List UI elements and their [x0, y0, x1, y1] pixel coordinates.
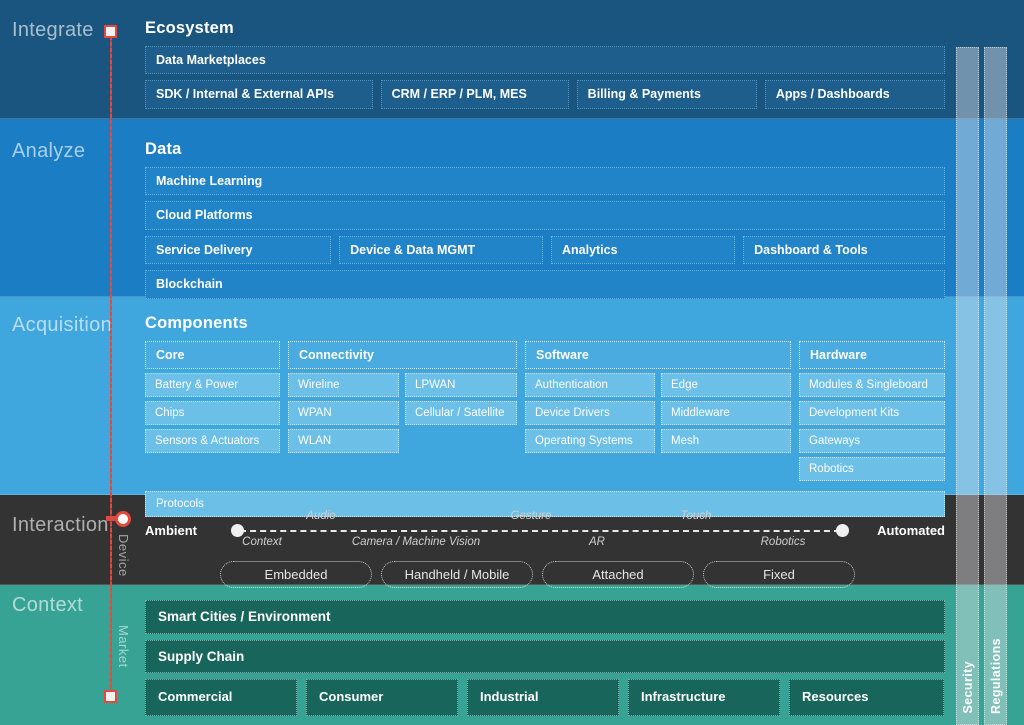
- component-item-operating-systems[interactable]: Operating Systems: [525, 429, 655, 453]
- data-cloud-row: Cloud Platforms: [145, 201, 945, 230]
- spectrum-label-touch: Touch: [680, 510, 712, 522]
- interaction-pill-row: Embedded Handheld / Mobile Attached Fixe…: [220, 561, 855, 588]
- component-item-device-drivers[interactable]: Device Drivers: [525, 401, 655, 425]
- context-market-resources[interactable]: Resources: [789, 679, 944, 716]
- component-item-development-kits[interactable]: Development Kits: [799, 401, 945, 425]
- context-market-industrial[interactable]: Industrial: [467, 679, 619, 716]
- spectrum-label-camera-vision: Camera / Machine Vision: [351, 536, 481, 548]
- ecosystem-full-row: Data Marketplaces: [145, 46, 945, 75]
- data-title: Data: [145, 140, 182, 158]
- component-item-modules-singleboard[interactable]: Modules & Singleboard: [799, 373, 945, 397]
- spectrum-label-audio: Audio: [306, 510, 336, 522]
- section-data: Data Machine Learning Cloud Platforms Se…: [145, 140, 945, 305]
- component-item-chips[interactable]: Chips: [145, 401, 280, 425]
- component-group-hardware-header[interactable]: Hardware: [799, 341, 945, 369]
- axis-top-marker-icon: [104, 25, 117, 38]
- section-interaction: Ambient Automated Audio Gesture Touch Co…: [145, 505, 945, 595]
- stage-label-acquisition: Acquisition: [12, 314, 113, 336]
- data-item-analytics[interactable]: Analytics: [550, 235, 736, 265]
- ecosystem-item-apps-dashboards[interactable]: Apps / Dashboards: [764, 80, 945, 109]
- vertical-bar-security-label: Security: [960, 661, 975, 714]
- context-item-supply-chain[interactable]: Supply Chain: [145, 639, 945, 674]
- component-group-core-header[interactable]: Core: [145, 341, 280, 369]
- component-group-hardware: Hardware Modules & Singleboard Developme…: [799, 341, 945, 481]
- data-item-machine-learning[interactable]: Machine Learning: [145, 167, 945, 196]
- ecosystem-item-data-marketplaces[interactable]: Data Marketplaces: [145, 46, 945, 75]
- data-blockchain-row: Blockchain: [145, 270, 945, 299]
- data-item-cloud-platforms[interactable]: Cloud Platforms: [145, 201, 945, 230]
- vertical-bar-regulations-label: Regulations: [988, 638, 1003, 714]
- component-item-edge[interactable]: Edge: [661, 373, 791, 397]
- data-item-dashboard-tools[interactable]: Dashboard & Tools: [743, 235, 945, 265]
- context-smart-cities-row: Smart Cities / Environment: [145, 600, 945, 634]
- component-group-connectivity: Connectivity Wireline WPAN WLAN LPWAN Ce…: [288, 341, 517, 453]
- interaction-pill-fixed[interactable]: Fixed: [703, 561, 855, 588]
- spectrum-dot-right-icon: [836, 524, 849, 537]
- component-group-software-header[interactable]: Software: [525, 341, 791, 369]
- iot-stack-diagram: Integrate Analyze Acquisition Interactio…: [0, 0, 1024, 725]
- stage-label-interaction: Interaction: [12, 514, 109, 536]
- data-item-blockchain[interactable]: Blockchain: [145, 270, 945, 299]
- spectrum-label-gesture: Gesture: [510, 510, 552, 522]
- band-divider: [0, 118, 1024, 119]
- data-item-service-delivery[interactable]: Service Delivery: [145, 235, 332, 265]
- device-market-axis-line: [110, 30, 112, 698]
- stage-label-integrate: Integrate: [12, 19, 94, 41]
- component-item-wpan[interactable]: WPAN: [288, 401, 399, 425]
- spectrum-label-ar: AR: [589, 536, 605, 548]
- component-item-mesh[interactable]: Mesh: [661, 429, 791, 453]
- context-markets-row: Commercial Consumer Industrial Infrastru…: [145, 679, 945, 716]
- ecosystem-items-row: SDK / Internal & External APIs CRM / ERP…: [145, 80, 945, 109]
- vertical-bar-regulations: Regulations: [984, 47, 1007, 725]
- interaction-pill-embedded[interactable]: Embedded: [220, 561, 372, 588]
- component-group-core: Core Battery & Power Chips Sensors & Act…: [145, 341, 280, 453]
- spectrum-end-ambient: Ambient: [145, 523, 197, 538]
- component-group-software: Software Authentication Device Drivers O…: [525, 341, 791, 453]
- axis-label-market: Market: [116, 625, 131, 668]
- ecosystem-item-billing-payments[interactable]: Billing & Payments: [576, 80, 757, 109]
- components-title: Components: [145, 314, 248, 332]
- stage-label-context: Context: [12, 594, 84, 616]
- component-item-gateways[interactable]: Gateways: [799, 429, 945, 453]
- data-item-device-data-mgmt[interactable]: Device & Data MGMT: [339, 235, 543, 265]
- ecosystem-title: Ecosystem: [145, 19, 234, 37]
- interaction-pill-handheld-mobile[interactable]: Handheld / Mobile: [381, 561, 533, 588]
- vertical-bar-security: Security: [956, 47, 979, 725]
- spectrum-axis-line: [240, 530, 840, 532]
- component-item-battery-power[interactable]: Battery & Power: [145, 373, 280, 397]
- component-item-sensors-actuators[interactable]: Sensors & Actuators: [145, 429, 280, 453]
- section-context: Smart Cities / Environment Supply Chain …: [145, 600, 945, 722]
- components-groups-row: Core Battery & Power Chips Sensors & Act…: [145, 341, 945, 481]
- stage-label-analyze: Analyze: [12, 140, 86, 162]
- context-market-consumer[interactable]: Consumer: [306, 679, 458, 716]
- interaction-spectrum: Ambient Automated Audio Gesture Touch Co…: [145, 505, 945, 595]
- component-item-middleware[interactable]: Middleware: [661, 401, 791, 425]
- context-market-infrastructure[interactable]: Infrastructure: [628, 679, 780, 716]
- section-components: Components Core Battery & Power Chips Se…: [145, 314, 945, 517]
- axis-bottom-marker-icon: [104, 690, 117, 703]
- component-item-wlan[interactable]: WLAN: [288, 429, 399, 453]
- spectrum-label-robotics: Robotics: [760, 536, 806, 548]
- component-item-robotics[interactable]: Robotics: [799, 457, 945, 481]
- ecosystem-item-crm-erp-plm-mes[interactable]: CRM / ERP / PLM, MES: [380, 80, 569, 109]
- context-supply-chain-row: Supply Chain: [145, 639, 945, 674]
- context-item-smart-cities[interactable]: Smart Cities / Environment: [145, 600, 945, 634]
- ecosystem-item-sdk-apis[interactable]: SDK / Internal & External APIs: [145, 80, 373, 109]
- interaction-pill-attached[interactable]: Attached: [542, 561, 694, 588]
- component-item-authentication[interactable]: Authentication: [525, 373, 655, 397]
- device-marker-icon: [115, 511, 131, 527]
- component-item-cellular-satellite[interactable]: Cellular / Satellite: [405, 401, 517, 425]
- context-market-commercial[interactable]: Commercial: [145, 679, 297, 716]
- spectrum-label-context: Context: [242, 536, 282, 548]
- data-ml-row: Machine Learning: [145, 167, 945, 196]
- component-item-lpwan[interactable]: LPWAN: [405, 373, 517, 397]
- section-ecosystem: Ecosystem Data Marketplaces SDK / Intern…: [145, 19, 945, 115]
- data-middle-row: Service Delivery Device & Data MGMT Anal…: [145, 235, 945, 265]
- component-group-connectivity-header[interactable]: Connectivity: [288, 341, 517, 369]
- axis-label-device: Device: [116, 534, 131, 577]
- component-item-wireline[interactable]: Wireline: [288, 373, 399, 397]
- spectrum-end-automated: Automated: [877, 523, 945, 538]
